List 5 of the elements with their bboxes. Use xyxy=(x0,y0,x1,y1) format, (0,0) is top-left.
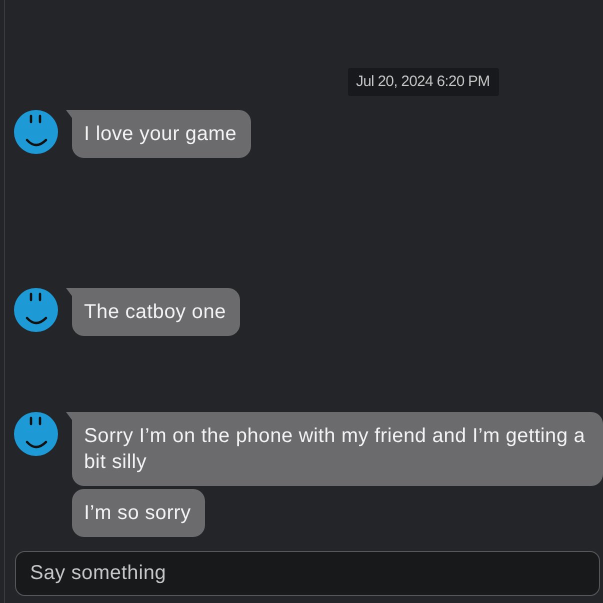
smiley-avatar-icon xyxy=(14,412,58,456)
smiley-avatar-icon xyxy=(14,110,58,154)
message-input[interactable]: Say something xyxy=(15,551,600,596)
timestamp-label: Jul 20, 2024 6:20 PM xyxy=(348,68,499,96)
smiley-avatar-icon xyxy=(14,288,58,332)
